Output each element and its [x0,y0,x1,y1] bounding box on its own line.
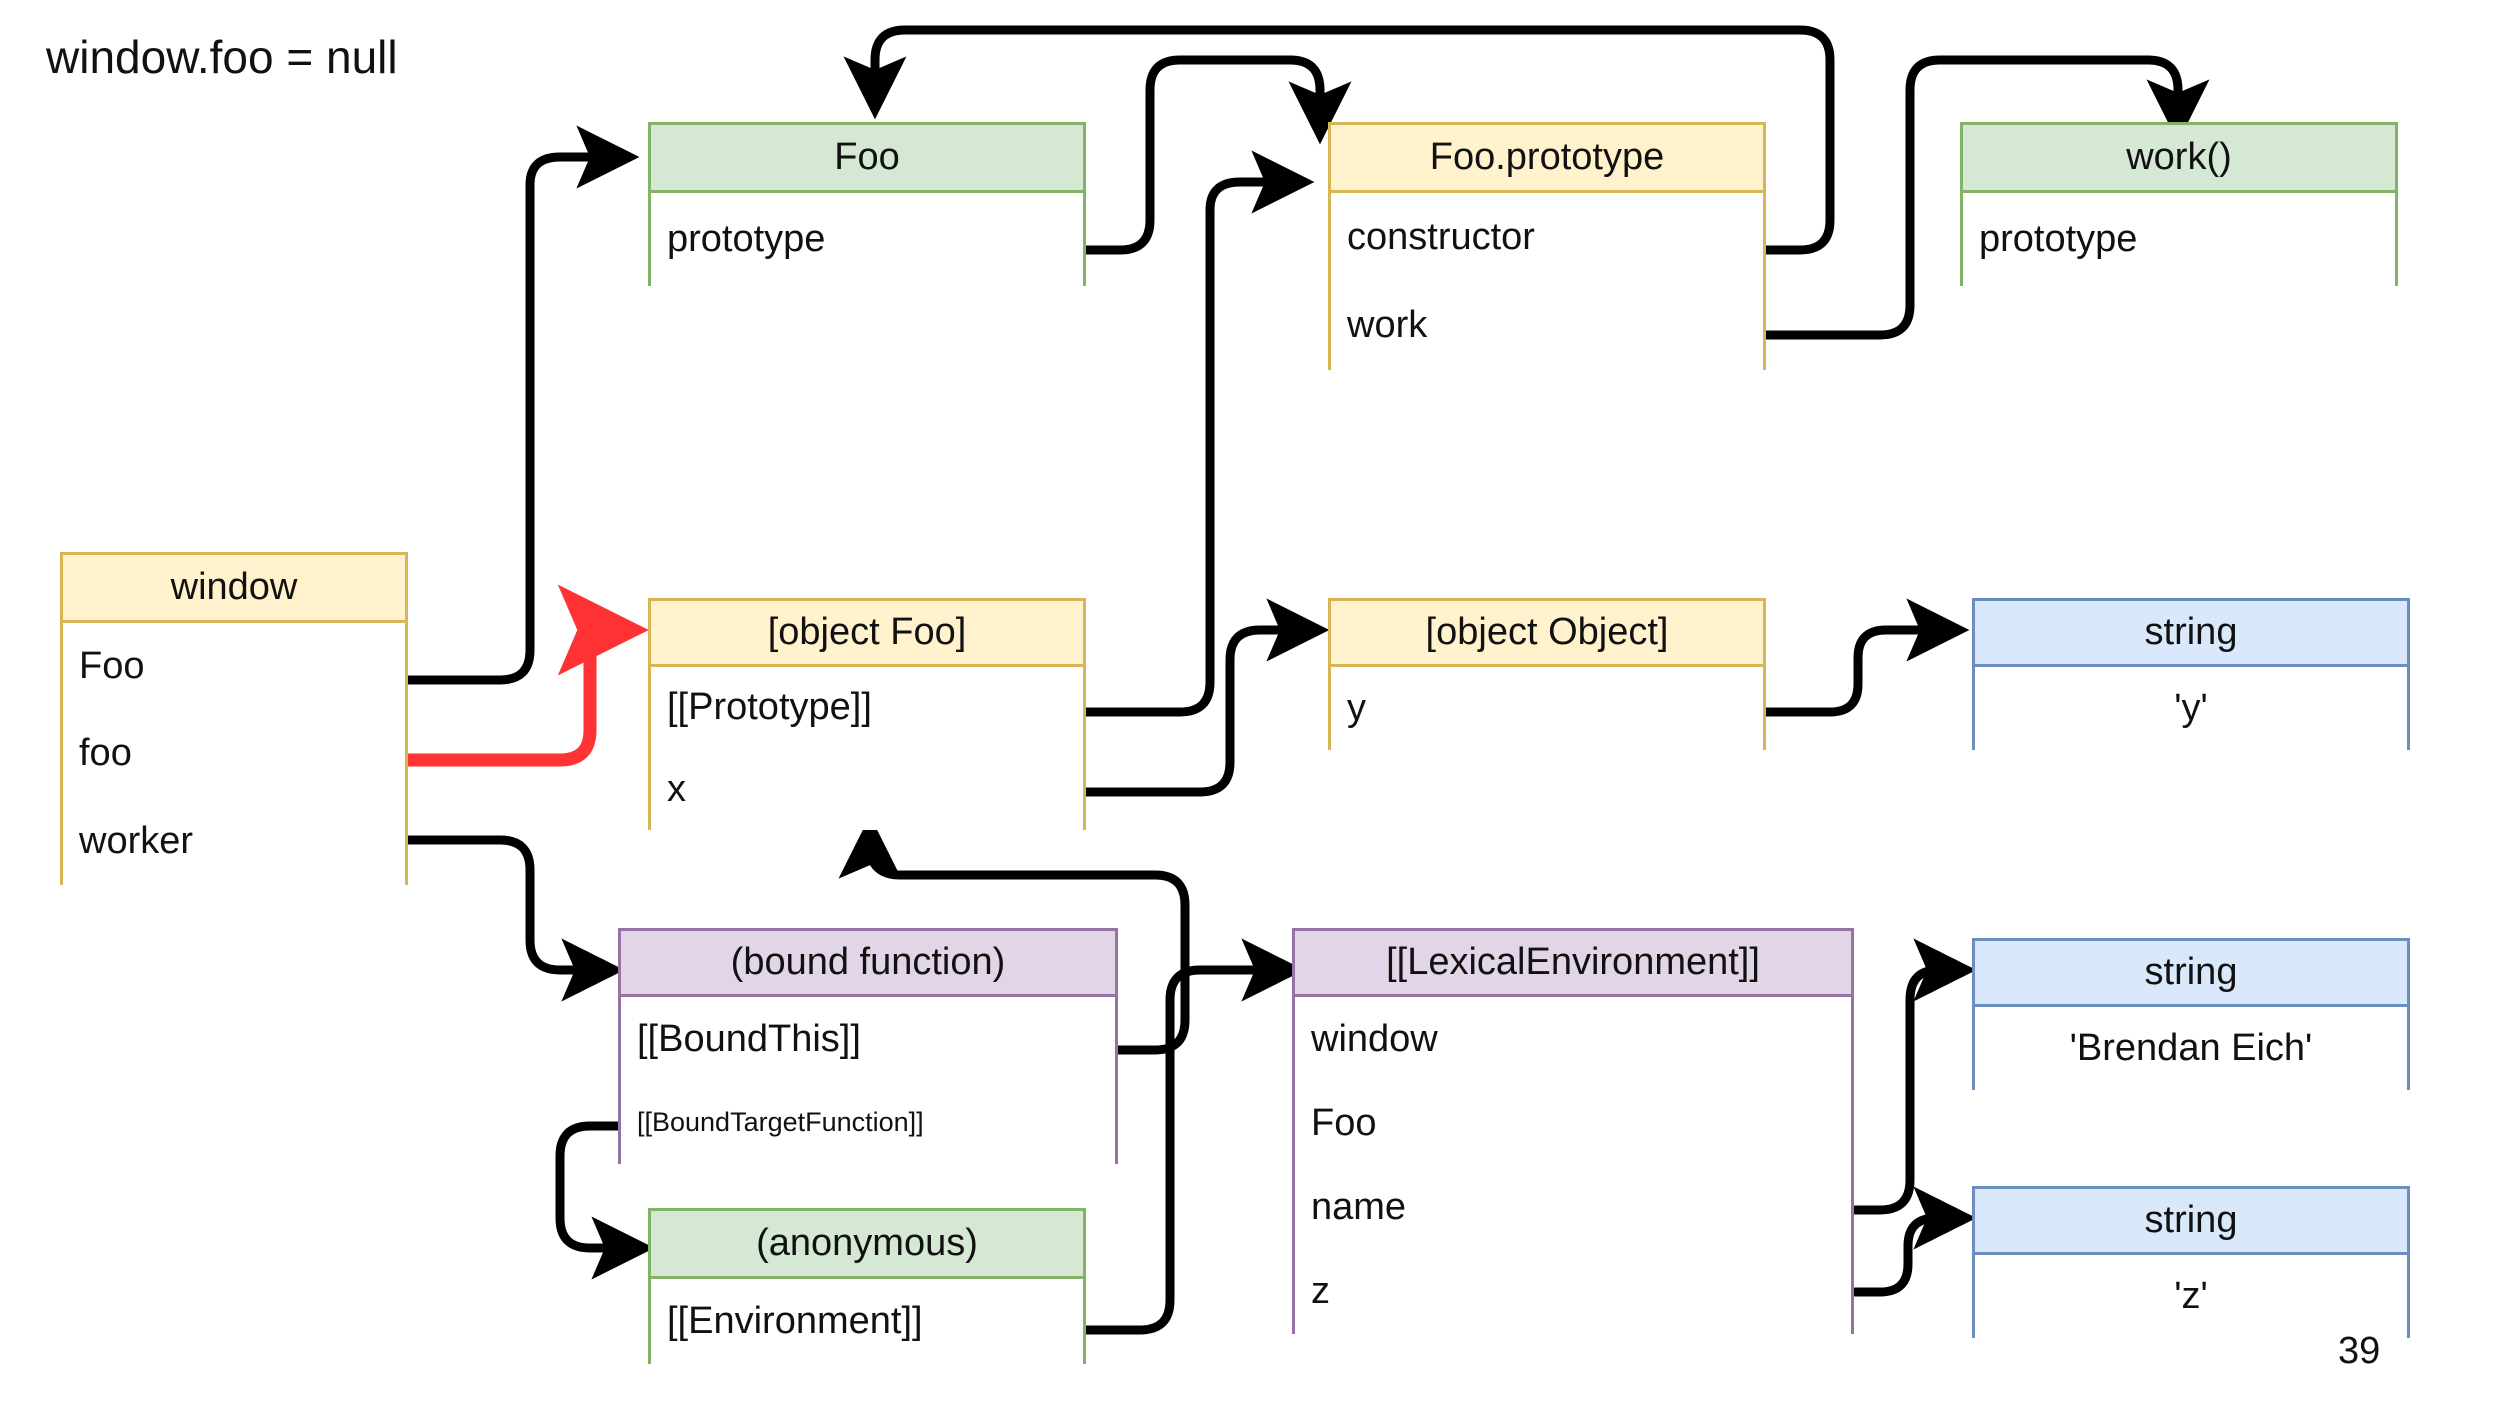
node-object-object[interactable]: [object Object] y [1328,598,1766,750]
node-row-Foo[interactable]: Foo [1295,1081,1851,1165]
node-row-value: 'z' [2174,1275,2208,1317]
node-rows: Foo foo worker [63,623,405,885]
node-string-brendan-eich[interactable]: string 'Brendan Eich' [1972,938,2410,1090]
node-row-x[interactable]: x [651,748,1083,830]
node-row-prototype[interactable]: prototype [651,193,1083,286]
node-row-prototype-internal[interactable]: [[Prototype]] [651,667,1083,748]
node-row-work[interactable]: work [1331,281,1763,370]
node-rows: window Foo name z [1295,997,1851,1334]
node-rows: [[Environment]] [651,1279,1083,1364]
diagram-canvas: window.foo = null Foo prototype Foo.prot… [0,0,2500,1406]
node-row-bound-target-function[interactable]: [[BoundTargetFunction]] [621,1081,1115,1164]
node-rows: prototype [1963,193,2395,286]
node-bound-function[interactable]: (bound function) [[BoundThis]] [[BoundTa… [618,928,1118,1164]
node-header: [[LexicalEnvironment]] [1295,931,1851,997]
edge-window-worker-to-bound-function [403,835,625,1002]
node-rows: [[Prototype]] x [651,667,1083,830]
node-row-constructor[interactable]: constructor [1331,193,1763,281]
node-rows: 'z' [1975,1255,2407,1338]
node-row-y[interactable]: y [1331,667,1763,750]
edge-lex-env-z-to-string-z [1850,1186,1977,1297]
node-foo-constructor[interactable]: Foo prototype [648,122,1086,286]
node-rows: y [1331,667,1763,750]
node-rows: constructor work [1331,193,1763,370]
node-header: Foo [651,125,1083,193]
node-rows: 'Brendan Eich' [1975,1007,2407,1090]
node-window[interactable]: window Foo foo worker [60,552,408,885]
edge-lex-env-name-to-string-brendan-eich [1850,938,1977,1215]
node-header: string [1975,601,2407,667]
node-header: (anonymous) [651,1211,1083,1279]
node-object-foo[interactable]: [object Foo] [[Prototype]] x [648,598,1086,830]
node-header: window [63,555,405,623]
node-rows: prototype [651,193,1083,286]
node-string-y[interactable]: string 'y' [1972,598,2410,750]
node-row-foo[interactable]: foo [63,710,405,797]
node-row-z[interactable]: z [1295,1249,1851,1334]
edge-Foo-prototype-to-Foo.prototype [1080,55,1352,255]
edge-window-Foo-to-Foo [403,125,640,685]
node-row-name[interactable]: name [1295,1165,1851,1249]
node-row-worker[interactable]: worker [63,797,405,885]
node-rows: [[BoundThis]] [[BoundTargetFunction]] [621,997,1115,1164]
node-header: [object Object] [1331,601,1763,667]
node-row-bound-this[interactable]: [[BoundThis]] [621,997,1115,1081]
node-header: string [1975,941,2407,1007]
node-header: work() [1963,125,2395,193]
node-row-environment[interactable]: [[Environment]] [651,1279,1083,1364]
node-header: string [1975,1189,2407,1255]
node-header: (bound function) [621,931,1115,997]
edge-window-foo-to-object-Foo [401,584,649,767]
node-row-prototype[interactable]: prototype [1963,193,2395,286]
page-number: 39 [2338,1330,2381,1372]
node-row-window[interactable]: window [1295,997,1851,1081]
edge-object-Object-y-to-string-y [1760,598,1970,717]
node-string-z[interactable]: string 'z' [1972,1186,2410,1338]
node-lexical-environment[interactable]: [[LexicalEnvironment]] window Foo name z [1292,928,1854,1334]
node-row-value: 'y' [2174,687,2208,729]
node-rows: 'y' [1975,667,2407,750]
node-header: [object Foo] [651,601,1083,667]
node-header: Foo.prototype [1331,125,1763,193]
node-anonymous-function[interactable]: (anonymous) [[Environment]] [648,1208,1086,1364]
node-foo-prototype[interactable]: Foo.prototype constructor work [1328,122,1766,370]
node-row-value: 'Brendan Eich' [2069,1027,2313,1069]
node-row-Foo[interactable]: Foo [63,623,405,710]
node-work-function[interactable]: work() prototype [1960,122,2398,286]
